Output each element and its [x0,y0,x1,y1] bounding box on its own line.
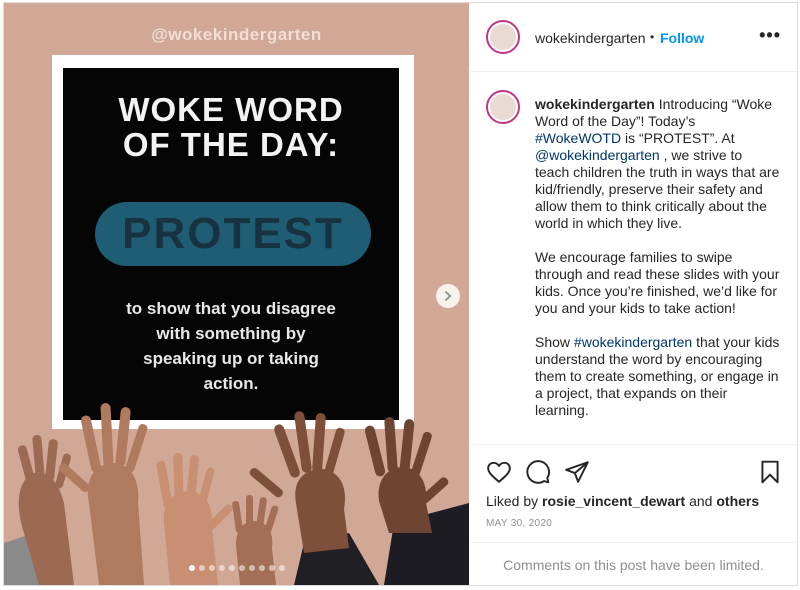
slide-title: WOKE WORD OF THE DAY: [63,92,399,162]
next-slide-button[interactable] [436,284,460,308]
carousel-dot [228,565,235,571]
paper-plane-icon[interactable] [564,459,590,485]
definition-line1: to show that you disagree [126,299,336,318]
liked-by-and: and [685,493,717,509]
carousel-dot [238,565,245,571]
carousel-indicator [4,565,469,571]
caption-avatar[interactable] [486,90,520,124]
mention-link[interactable]: @wokekindergarten [535,147,660,163]
caption-text-3a: Show [535,334,574,350]
carousel-dot [198,565,205,571]
carousel-dot [278,565,285,571]
slide-title-line2: OF THE DAY: [122,126,340,163]
avatar-image [490,24,516,50]
carousel-dot [208,565,215,571]
raised-hands-illustration [4,403,469,585]
image-watermark: @wokekindergarten [151,25,322,44]
slide-title-line1: WOKE WORD [118,91,344,128]
caption-paragraph-1: wokekindergarten Introducing “Woke Word … [535,96,780,232]
caption-text: wokekindergarten Introducing “Woke Word … [535,96,780,436]
header-username[interactable]: wokekindergarten [535,30,646,46]
caption-paragraph-2: We encourage families to swipe through a… [535,249,780,316]
hashtag-link[interactable]: #wokekindergarten [574,334,692,350]
heart-icon[interactable] [486,459,512,485]
post-details-panel: wokekindergarten • Follow ••• wokekinder… [470,3,797,585]
word-of-the-day: PROTEST [122,209,344,258]
liked-by-others[interactable]: others [716,493,759,509]
chevron-right-icon [445,291,452,301]
comment-icon[interactable] [525,459,551,485]
carousel-dot [258,565,265,571]
post-header: wokekindergarten • Follow ••• [470,3,797,72]
slide-frame: WOKE WORD OF THE DAY: PROTEST to show th… [52,55,414,429]
caption-paragraph-3: Show #wokekindergarten that your kids un… [535,334,780,419]
liked-by-user[interactable]: rosie_vincent_dewart [542,493,685,509]
post-actions: Liked by rosie_vincent_dewart and others… [470,444,797,585]
likes-summary: Liked by rosie_vincent_dewart and others [486,493,759,509]
definition-line3: speaking up or taking [143,349,319,368]
follow-button[interactable]: Follow [660,30,704,46]
carousel-dot [218,565,225,571]
avatar-image [490,94,516,120]
caption-text-1b: is “PROTEST”. At [621,130,735,146]
comments-limited-notice: Comments on this post have been limited. [470,542,797,585]
header-separator: • [650,30,655,44]
hashtag-link[interactable]: #WokeWOTD [535,130,621,146]
carousel-dot [248,565,255,571]
word-highlight: PROTEST [95,202,371,266]
liked-by-prefix: Liked by [486,493,543,509]
post-date[interactable]: MAY 30, 2020 [486,518,552,529]
carousel-dot [188,565,195,571]
avatar[interactable] [486,20,520,54]
carousel-dot [268,565,275,571]
definition-line2: with something by [156,324,306,343]
word-definition: to show that you disagree with something… [73,296,389,396]
caption-section: wokekindergarten Introducing “Woke Word … [470,72,797,444]
post-image[interactable]: @wokekindergarten WOKE WORD OF THE DAY: … [4,3,469,585]
instagram-post: @wokekindergarten WOKE WORD OF THE DAY: … [3,2,798,586]
more-options-button[interactable]: ••• [759,25,781,46]
caption-username[interactable]: wokekindergarten [535,96,655,112]
bookmark-icon[interactable] [757,459,783,485]
chalkboard: WOKE WORD OF THE DAY: PROTEST to show th… [63,68,399,420]
